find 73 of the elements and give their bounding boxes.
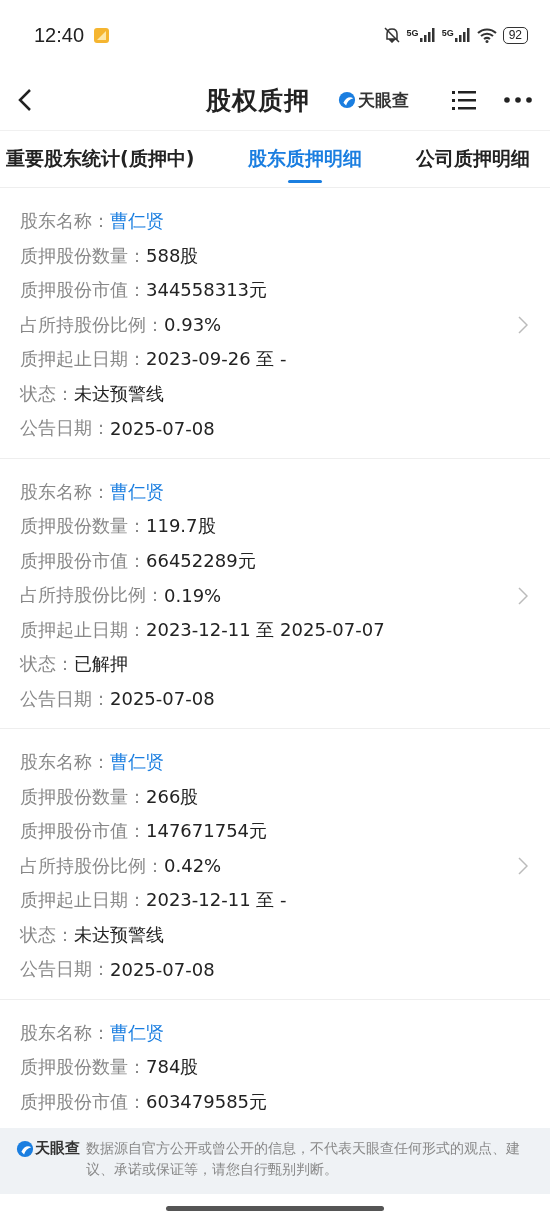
field-label: 股东名称：: [20, 209, 110, 234]
field-label: 质押起止日期：: [20, 888, 146, 913]
field-value: 未达预警线: [74, 922, 164, 947]
signal-icon: [454, 28, 471, 42]
field-value: 784股: [146, 1055, 199, 1080]
disclaimer-text: 数据源自官方公开或曾公开的信息，不代表天眼查任何形式的观点、建议、承诺或保证等，请您自行甄别判断。: [86, 1139, 521, 1179]
field-value: 603479585元: [146, 1089, 268, 1114]
tab[interactable]: 股东质押明细: [248, 131, 363, 187]
notification-icon: [94, 27, 110, 43]
field-label: 状态：: [20, 381, 74, 406]
shareholder-link[interactable]: 曹仁贤: [110, 479, 164, 504]
field-value: 266股: [146, 784, 199, 809]
field-label: 公告日期：: [20, 416, 110, 441]
field-label: 质押股份数量：: [20, 514, 146, 539]
field-label: 质押股份数量：: [20, 784, 146, 809]
tab[interactable]: 公司质押明细: [416, 131, 530, 187]
brand-name: 天眼查: [358, 88, 409, 112]
field-label: 占所持股份比例：: [20, 583, 164, 608]
wifi-icon: [476, 27, 497, 43]
field-label: 公告日期：: [20, 686, 110, 711]
field-value: 2023-09-26 至 -: [146, 347, 287, 372]
field-label: 质押起止日期：: [20, 347, 146, 372]
battery-level: 92: [502, 26, 528, 44]
network-label: 5G: [406, 28, 419, 38]
field-value: 2025-07-08: [110, 417, 215, 439]
field-label: 质押股份市值：: [20, 1089, 146, 1114]
chevron-icon: [518, 316, 528, 334]
field-value: 0.42%: [164, 855, 222, 877]
field-value: 119.7股: [146, 514, 216, 539]
page-title: 股权质押: [206, 84, 310, 117]
field-value: 588股: [146, 243, 199, 268]
field-value: 344558313元: [146, 278, 268, 303]
field-label: 质押股份市值：: [20, 819, 146, 844]
status-time: 12:40: [34, 23, 85, 47]
field-value: 2023-12-11 至 -: [146, 888, 287, 913]
logo-icon: [16, 1139, 34, 1158]
back-button[interactable]: [18, 88, 32, 112]
signal-icon: [419, 28, 436, 42]
field-label: 股东名称：: [20, 750, 110, 775]
field-label: 股东名称：: [20, 1020, 110, 1045]
field-value: 未达预警线: [74, 381, 164, 406]
network-label: 5G: [441, 28, 454, 38]
field-label: 占所持股份比例：: [20, 853, 164, 878]
field-value: 147671754元: [146, 819, 268, 844]
chevron-icon: [518, 586, 528, 605]
field-label: 质押股份市值：: [20, 548, 146, 573]
more-button[interactable]: [504, 97, 532, 103]
home-indicator[interactable]: [166, 1205, 384, 1211]
field-label: 状态：: [20, 922, 74, 947]
field-label: 公告日期：: [20, 957, 110, 982]
field-value: 已解押: [74, 652, 128, 677]
chevron-icon: [518, 857, 528, 875]
field-label: 质押股份数量：: [20, 243, 146, 268]
brand-name: 天眼查: [35, 1138, 80, 1159]
field-label: 质押股份市值：: [20, 278, 146, 303]
field-value: 66452289元: [146, 548, 256, 573]
shareholder-link[interactable]: 曹仁贤: [110, 750, 164, 775]
field-value: 0.19%: [164, 584, 222, 606]
field-label: 股东名称：: [20, 479, 110, 504]
menu-button[interactable]: [452, 90, 476, 110]
field-value: 2023-12-11 至 2025-07-07: [146, 617, 385, 642]
field-label: 占所持股份比例：: [20, 312, 164, 337]
field-value: 2025-07-08: [110, 958, 215, 980]
shareholder-link[interactable]: 曹仁贤: [110, 1020, 164, 1045]
mute-icon: [382, 27, 401, 43]
field-label: 质押股份数量：: [20, 1055, 146, 1080]
logo-icon: [338, 91, 356, 109]
field-value: 2025-07-08: [110, 688, 215, 710]
field-label: 状态：: [20, 652, 74, 677]
tab[interactable]: 重要股东统计(质押中): [6, 131, 195, 187]
shareholder-link[interactable]: 曹仁贤: [110, 209, 164, 234]
field-label: 质押起止日期：: [20, 617, 146, 642]
field-value: 0.93%: [164, 314, 222, 336]
